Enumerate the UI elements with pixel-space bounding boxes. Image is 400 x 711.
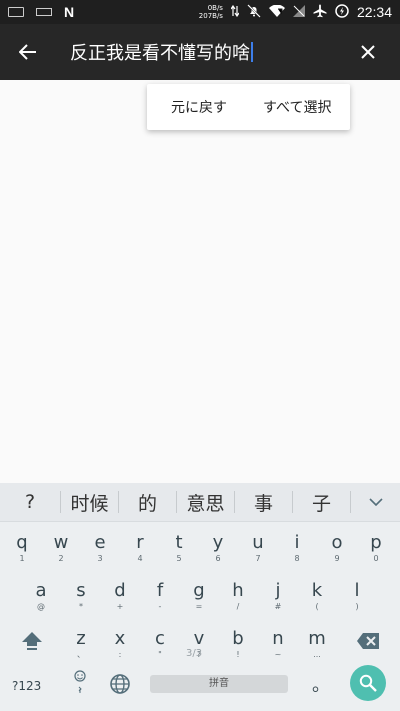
key-i[interactable]: i8 bbox=[277, 526, 317, 568]
emoji-icon bbox=[74, 670, 86, 693]
candidate-item[interactable]: 事 bbox=[235, 489, 292, 516]
key-b[interactable]: b! bbox=[218, 622, 258, 664]
language-key[interactable] bbox=[109, 673, 131, 699]
key-t[interactable]: t5 bbox=[159, 526, 199, 568]
space-bar[interactable]: 拼音 bbox=[150, 675, 288, 693]
text-cursor bbox=[251, 42, 253, 62]
close-icon bbox=[361, 45, 375, 59]
n-logo-icon: N bbox=[64, 4, 75, 20]
search-toolbar: 反正我是看不懂写的啥 bbox=[0, 24, 400, 80]
status-bar: N 0B/s 207B/s 22:34 bbox=[0, 0, 400, 24]
shift-key[interactable] bbox=[12, 624, 52, 666]
key-z[interactable]: z、 bbox=[61, 622, 101, 664]
candidate-item[interactable]: ? bbox=[0, 491, 60, 513]
select-all-menu-item[interactable]: すべて選択 bbox=[227, 97, 331, 117]
key-r[interactable]: r4 bbox=[120, 526, 160, 568]
soft-keyboard: ? 时候 的 意思 事 子 q1 w2 e3 r4 t5 y6 u7 i8 o9 bbox=[0, 483, 400, 711]
search-key[interactable] bbox=[350, 665, 386, 701]
data-arrows-icon bbox=[230, 4, 240, 20]
key-l[interactable]: l) bbox=[337, 574, 377, 616]
candidate-divider bbox=[350, 491, 351, 513]
key-u[interactable]: u7 bbox=[238, 526, 278, 568]
period-key[interactable]: 。 bbox=[312, 671, 330, 697]
network-speed: 0B/s 207B/s bbox=[199, 4, 223, 20]
key-n[interactable]: n ~ bbox=[258, 622, 298, 664]
search-input[interactable]: 反正我是看不懂写的啥 bbox=[56, 39, 340, 65]
candidate-item[interactable]: 子 bbox=[293, 489, 350, 516]
page-indicator: 3/3 bbox=[186, 648, 203, 659]
shift-icon bbox=[22, 632, 42, 650]
key-e[interactable]: e3 bbox=[80, 526, 120, 568]
key-a[interactable]: a @ bbox=[21, 574, 61, 616]
speed-down: 207B/s bbox=[198, 12, 223, 20]
key-p[interactable]: p0 bbox=[356, 526, 396, 568]
key-h[interactable]: h / bbox=[218, 574, 258, 616]
key-x[interactable]: x: bbox=[100, 622, 140, 664]
key-f[interactable]: f- bbox=[140, 574, 180, 616]
key-m[interactable]: m... bbox=[297, 622, 337, 664]
undo-menu-item[interactable]: 元に戻す bbox=[147, 97, 227, 117]
notification-icon bbox=[8, 7, 24, 17]
key-w[interactable]: w2 bbox=[41, 526, 81, 568]
search-icon bbox=[359, 674, 377, 692]
backspace-key[interactable] bbox=[348, 624, 388, 666]
mute-icon bbox=[247, 3, 261, 21]
key-o[interactable]: o9 bbox=[317, 526, 357, 568]
expand-candidates-button[interactable] bbox=[352, 498, 400, 506]
emoji-key[interactable] bbox=[72, 669, 88, 699]
text-selection-popup: 元に戻す すべて選択 bbox=[147, 84, 350, 130]
no-signal-icon bbox=[292, 4, 305, 20]
key-k[interactable]: k( bbox=[297, 574, 337, 616]
notification-icon bbox=[36, 8, 52, 16]
key-row-1: q1 w2 e3 r4 t5 y6 u7 i8 o9 p0 bbox=[0, 526, 400, 568]
wifi-icon bbox=[268, 4, 285, 20]
key-y[interactable]: y6 bbox=[198, 526, 238, 568]
key-d[interactable]: d + bbox=[100, 574, 140, 616]
battery-charging-icon bbox=[335, 3, 349, 21]
key-row-bottom: ?123 拼音 。 bbox=[0, 665, 400, 711]
key-c[interactable]: c " bbox=[140, 622, 180, 664]
key-q[interactable]: q1 bbox=[2, 526, 42, 568]
clock: 22:34 bbox=[356, 4, 392, 20]
search-query-text: 反正我是看不懂写的啥 bbox=[70, 43, 250, 64]
candidate-bar: ? 时候 的 意思 事 子 bbox=[0, 483, 400, 522]
candidate-item[interactable]: 时候 bbox=[61, 489, 118, 516]
key-s[interactable]: s * bbox=[61, 574, 101, 616]
backspace-icon bbox=[357, 633, 379, 649]
key-row-2: a @ s * d + f- g = h / j # k( l) bbox=[0, 574, 400, 616]
screen: N 0B/s 207B/s 22:34 反正我是看不懂写的啥 元に戻す すべて選… bbox=[0, 0, 400, 711]
arrow-left-icon bbox=[19, 44, 36, 60]
globe-icon bbox=[110, 674, 130, 694]
symbols-key[interactable]: ?123 bbox=[12, 679, 41, 693]
candidate-item[interactable]: 意思 bbox=[177, 489, 234, 516]
speed-up: 0B/s bbox=[207, 4, 223, 12]
chevron-down-icon bbox=[369, 498, 383, 506]
candidate-item[interactable]: 的 bbox=[119, 489, 176, 516]
back-button[interactable] bbox=[0, 24, 56, 80]
clear-button[interactable] bbox=[340, 24, 396, 80]
airplane-icon bbox=[313, 4, 327, 21]
key-g[interactable]: g = bbox=[179, 574, 219, 616]
key-j[interactable]: j # bbox=[258, 574, 298, 616]
